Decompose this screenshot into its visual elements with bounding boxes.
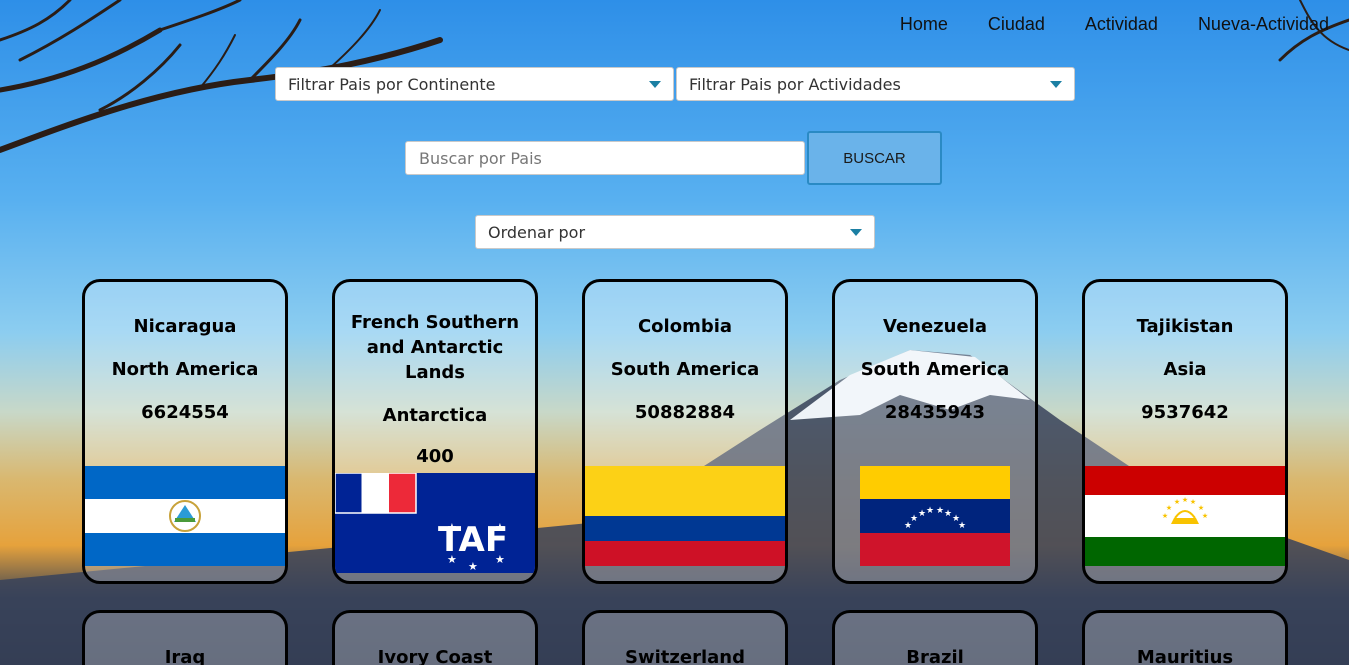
- country-population: 28435943: [884, 402, 986, 423]
- country-name: Colombia: [637, 316, 733, 337]
- svg-text:★: ★: [1162, 512, 1168, 520]
- country-name: Nicaragua: [133, 316, 237, 337]
- venezuela-flag-icon: ★★ ★ ★ ★ ★ ★★: [860, 466, 1010, 566]
- country-name: Iraq: [164, 647, 206, 665]
- svg-text:★: ★: [918, 509, 926, 519]
- country-name: Brazil: [906, 647, 964, 665]
- country-name: Tajikistan: [1136, 316, 1234, 337]
- top-nav: Home Ciudad Actividad Nueva-Actividad: [900, 14, 1329, 35]
- country-name: Ivory Coast: [377, 647, 493, 665]
- country-name: Venezuela: [883, 316, 987, 337]
- country-card[interactable]: Venezuela South America 28435943 ★ ★ ★ ★ ★ ★…: [832, 279, 1038, 584]
- nav-nueva-actividad[interactable]: Nueva-Actividad: [1198, 14, 1329, 35]
- search-button[interactable]: BUSCAR: [807, 131, 942, 185]
- continent-filter-label: Filtrar Pais por Continente: [288, 74, 496, 94]
- svg-text:★: ★: [910, 514, 918, 524]
- country-population: 6624554: [141, 402, 229, 423]
- svg-text:★: ★: [1190, 498, 1196, 506]
- chevron-down-icon: [850, 229, 862, 236]
- activity-filter-select[interactable]: Filtrar Pais por Actividades: [676, 67, 1075, 101]
- nicaragua-flag-icon: [85, 466, 285, 566]
- nav-ciudad[interactable]: Ciudad: [988, 14, 1045, 35]
- country-continent: South America: [610, 359, 760, 380]
- country-continent: North America: [111, 359, 259, 380]
- chevron-down-icon: [649, 81, 661, 88]
- svg-text:★: ★: [1166, 504, 1172, 512]
- country-population: 9537642: [1141, 402, 1229, 423]
- country-card[interactable]: Switzerland: [582, 610, 788, 665]
- country-card[interactable]: Colombia South America 50882884: [582, 279, 788, 584]
- country-population: 400: [416, 446, 454, 467]
- country-name: French Southern and Antarctic Lands: [350, 312, 520, 383]
- country-card[interactable]: Ivory Coast: [332, 610, 538, 665]
- svg-text:★: ★: [936, 506, 944, 516]
- country-card[interactable]: Nicaragua North America 6624554: [82, 279, 288, 584]
- tajikistan-flag-icon: ★★★ ★ ★★★: [1085, 466, 1285, 566]
- svg-text:★: ★: [495, 521, 505, 534]
- svg-text:★: ★: [958, 521, 966, 531]
- nav-home[interactable]: Home: [900, 14, 948, 35]
- continent-filter-select[interactable]: Filtrar Pais por Continente: [275, 67, 674, 101]
- country-continent: South America: [860, 359, 1010, 380]
- svg-text:★: ★: [1182, 496, 1188, 504]
- svg-text:★: ★: [495, 553, 505, 566]
- activity-filter-label: Filtrar Pais por Actividades: [689, 74, 901, 94]
- svg-text:★: ★: [447, 553, 457, 566]
- svg-text:★: ★: [926, 506, 934, 516]
- country-continent: Antarctica: [382, 405, 488, 426]
- svg-text:★: ★: [1198, 504, 1204, 512]
- french-southern-flag-icon: TAF ★ ★ ★ ★ ★: [335, 473, 535, 573]
- svg-text:★: ★: [1202, 512, 1208, 520]
- order-select-label: Ordenar por: [488, 222, 586, 242]
- svg-text:★: ★: [944, 509, 952, 519]
- search-placeholder: Buscar por Pais: [419, 148, 542, 168]
- svg-text:★: ★: [447, 521, 457, 534]
- nav-actividad[interactable]: Actividad: [1085, 14, 1158, 35]
- country-continent: Asia: [1163, 359, 1207, 380]
- search-input[interactable]: Buscar por Pais: [405, 141, 805, 175]
- svg-text:★: ★: [468, 560, 478, 573]
- colombia-flag-icon: [585, 466, 785, 566]
- order-select[interactable]: Ordenar por: [475, 215, 875, 249]
- country-card[interactable]: Tajikistan Asia 9537642 ★ ★ ★ ★ ★ ★ ★: [1082, 279, 1288, 584]
- chevron-down-icon: [1050, 81, 1062, 88]
- country-name: Mauritius: [1136, 647, 1234, 665]
- svg-text:★: ★: [1174, 498, 1180, 506]
- country-card[interactable]: Iraq: [82, 610, 288, 665]
- country-card[interactable]: French Southern and Antarctic Lands Anta…: [332, 279, 538, 584]
- country-population: 50882884: [634, 402, 736, 423]
- country-card[interactable]: Brazil: [832, 610, 1038, 665]
- country-name: Switzerland: [625, 647, 745, 665]
- country-card[interactable]: Mauritius: [1082, 610, 1288, 665]
